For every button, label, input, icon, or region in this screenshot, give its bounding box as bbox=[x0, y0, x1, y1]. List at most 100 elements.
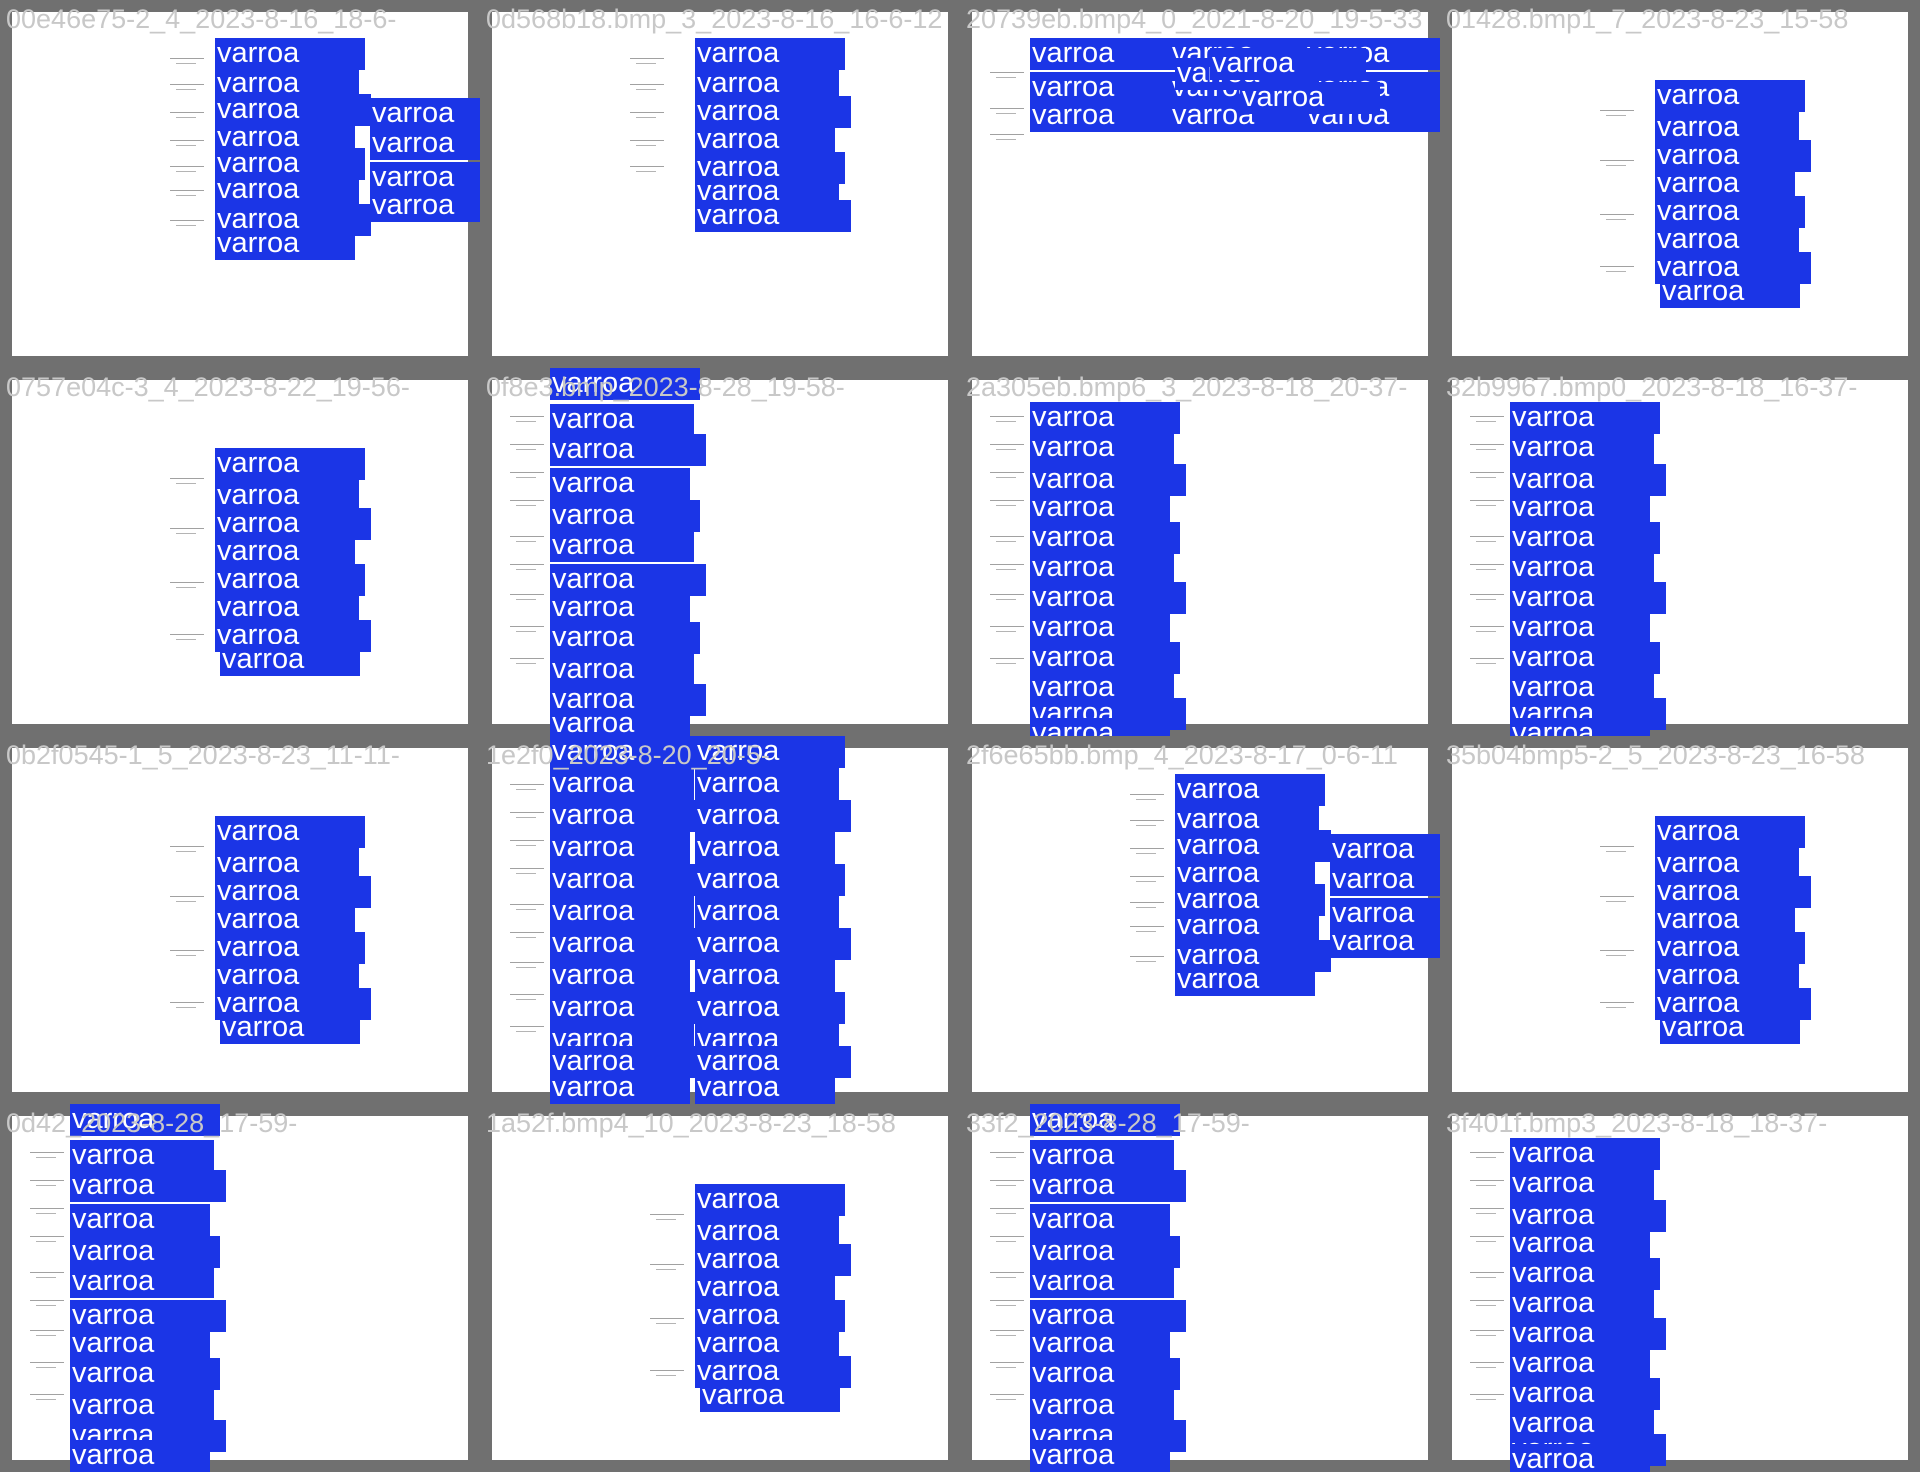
handwritten-note bbox=[510, 594, 544, 600]
varroa-detection-label: varroa bbox=[550, 654, 694, 686]
handwritten-note bbox=[990, 1208, 1024, 1214]
handwritten-note bbox=[990, 1272, 1024, 1278]
varroa-detection-label: varroa bbox=[215, 448, 365, 480]
handwritten-note bbox=[1470, 1272, 1504, 1278]
varroa-detection-label: varroa bbox=[1030, 1390, 1174, 1422]
varroa-detection-label: varroa bbox=[695, 928, 851, 960]
varroa-detection-label: varroa bbox=[1510, 1168, 1654, 1200]
varroa-detection-label: varroa bbox=[1330, 926, 1440, 958]
handwritten-note bbox=[650, 1318, 684, 1324]
tile-title: 32b9967.bmp0_2023-8-18_16-37- bbox=[1446, 372, 1858, 402]
varroa-detection-label: varroa bbox=[695, 832, 835, 864]
varroa-detection-label: varroa bbox=[1030, 718, 1170, 736]
varroa-detection-label: varroa bbox=[1330, 834, 1440, 866]
handwritten-note bbox=[990, 594, 1024, 600]
handwritten-note bbox=[1470, 536, 1504, 542]
image-tile: 01428.bmp1_7_2023-8-23_15-58 varroa varroa… bbox=[1440, 0, 1920, 368]
tile-title: 0757e04c-3_4_2023-8-22_19-56- bbox=[6, 372, 410, 402]
varroa-detection-label: varroa bbox=[550, 434, 706, 466]
varroa-detection-label: varroa bbox=[550, 800, 706, 832]
handwritten-note bbox=[510, 564, 544, 570]
handwritten-note bbox=[510, 840, 544, 846]
image-tile: 0b2f0545-1_5_2023-8-23_11-11- varroa varro… bbox=[0, 736, 480, 1104]
varroa-detection-label: varroa bbox=[550, 622, 700, 654]
handwritten-note bbox=[1470, 1152, 1504, 1158]
handwritten-note bbox=[990, 444, 1024, 450]
varroa-detection-label: varroa bbox=[1510, 718, 1650, 736]
varroa-detection-label: varroa bbox=[695, 38, 845, 70]
handwritten-note bbox=[1130, 794, 1164, 800]
handwritten-note bbox=[1130, 820, 1164, 826]
tile-title: 0d568b18.bmp_3_2023-8-16_16-6-12 bbox=[486, 4, 943, 34]
handwritten-note bbox=[990, 134, 1024, 140]
tile-title: 1a52f.bmp4_10_2023-8-23_18-58 bbox=[486, 1108, 896, 1138]
handwritten-note bbox=[1470, 564, 1504, 570]
handwritten-note bbox=[30, 1236, 64, 1242]
varroa-detection-label: varroa bbox=[215, 228, 355, 260]
handwritten-note bbox=[630, 140, 664, 146]
varroa-detection-label: varroa bbox=[220, 644, 360, 676]
handwritten-note bbox=[1130, 956, 1164, 962]
handwritten-note bbox=[1600, 846, 1634, 852]
handwritten-note bbox=[510, 626, 544, 632]
handwritten-note bbox=[30, 1272, 64, 1278]
handwritten-note bbox=[170, 140, 204, 146]
varroa-detection-label: varroa bbox=[695, 768, 839, 800]
handwritten-note bbox=[1130, 902, 1164, 908]
tile-title: 2f6e65bb.bmp_4_2023-8-17_0-6-11 bbox=[966, 740, 1398, 770]
handwritten-note bbox=[990, 416, 1024, 422]
handwritten-note bbox=[1130, 876, 1164, 882]
varroa-detection-label: varroa bbox=[1240, 82, 1380, 114]
varroa-detection-label: varroa bbox=[1510, 522, 1660, 554]
handwritten-note bbox=[1470, 500, 1504, 506]
handwritten-note bbox=[1600, 160, 1634, 166]
varroa-detection-label: varroa bbox=[550, 1072, 690, 1104]
varroa-detection-label: varroa bbox=[1660, 276, 1800, 308]
varroa-detection-label: varroa bbox=[550, 768, 694, 800]
handwritten-note bbox=[170, 112, 204, 118]
handwritten-note bbox=[30, 1152, 64, 1158]
detection-grid: 00e46e75-2_4_2023-8-16_18-6- varroa varroa… bbox=[0, 0, 1920, 1472]
varroa-detection-label: varroa bbox=[1510, 1444, 1650, 1472]
handwritten-note bbox=[990, 536, 1024, 542]
varroa-detection-label: varroa bbox=[220, 1012, 360, 1044]
varroa-detection-label: varroa bbox=[215, 816, 365, 848]
handwritten-note bbox=[1470, 594, 1504, 600]
varroa-detection-label: varroa bbox=[370, 128, 480, 160]
varroa-detection-label: varroa bbox=[695, 1072, 835, 1104]
handwritten-note bbox=[1470, 1330, 1504, 1336]
handwritten-note bbox=[510, 500, 544, 506]
varroa-detection-label: varroa bbox=[695, 992, 845, 1024]
varroa-detection-label: varroa bbox=[370, 98, 480, 130]
varroa-detection-label: varroa bbox=[1510, 642, 1660, 674]
tile-title: 0f8e3.bmp_2023-8-28_19-58- bbox=[486, 372, 845, 402]
handwritten-note bbox=[510, 536, 544, 542]
varroa-detection-label: varroa bbox=[70, 1204, 210, 1236]
handwritten-note bbox=[1470, 444, 1504, 450]
handwritten-note bbox=[170, 582, 204, 588]
handwritten-note bbox=[630, 166, 664, 172]
varroa-detection-label: varroa bbox=[70, 1236, 220, 1268]
varroa-detection-label: varroa bbox=[1655, 816, 1805, 848]
handwritten-note bbox=[630, 112, 664, 118]
varroa-detection-label: varroa bbox=[70, 1328, 210, 1360]
handwritten-note bbox=[510, 658, 544, 664]
handwritten-note bbox=[170, 84, 204, 90]
handwritten-note bbox=[30, 1300, 64, 1306]
handwritten-note bbox=[990, 1300, 1024, 1306]
varroa-detection-label: varroa bbox=[1510, 1288, 1654, 1320]
handwritten-note bbox=[510, 994, 544, 1000]
handwritten-note bbox=[170, 58, 204, 64]
varroa-detection-label: varroa bbox=[550, 960, 690, 992]
handwritten-note bbox=[990, 1152, 1024, 1158]
handwritten-note bbox=[990, 108, 1024, 114]
varroa-detection-label: varroa bbox=[1030, 1328, 1170, 1360]
handwritten-note bbox=[30, 1330, 64, 1336]
varroa-detection-label: varroa bbox=[1510, 1258, 1660, 1290]
varroa-detection-label: varroa bbox=[695, 960, 835, 992]
image-tile: 20739eb.bmp4_0_2021-8-20_19-5-33 varroa va… bbox=[960, 0, 1440, 368]
image-tile: 1e2f0_2023-8-20_20-5- varroa varroa varroa v… bbox=[480, 736, 960, 1104]
handwritten-note bbox=[510, 1026, 544, 1032]
varroa-detection-label: varroa bbox=[695, 864, 845, 896]
handwritten-note bbox=[650, 1214, 684, 1220]
